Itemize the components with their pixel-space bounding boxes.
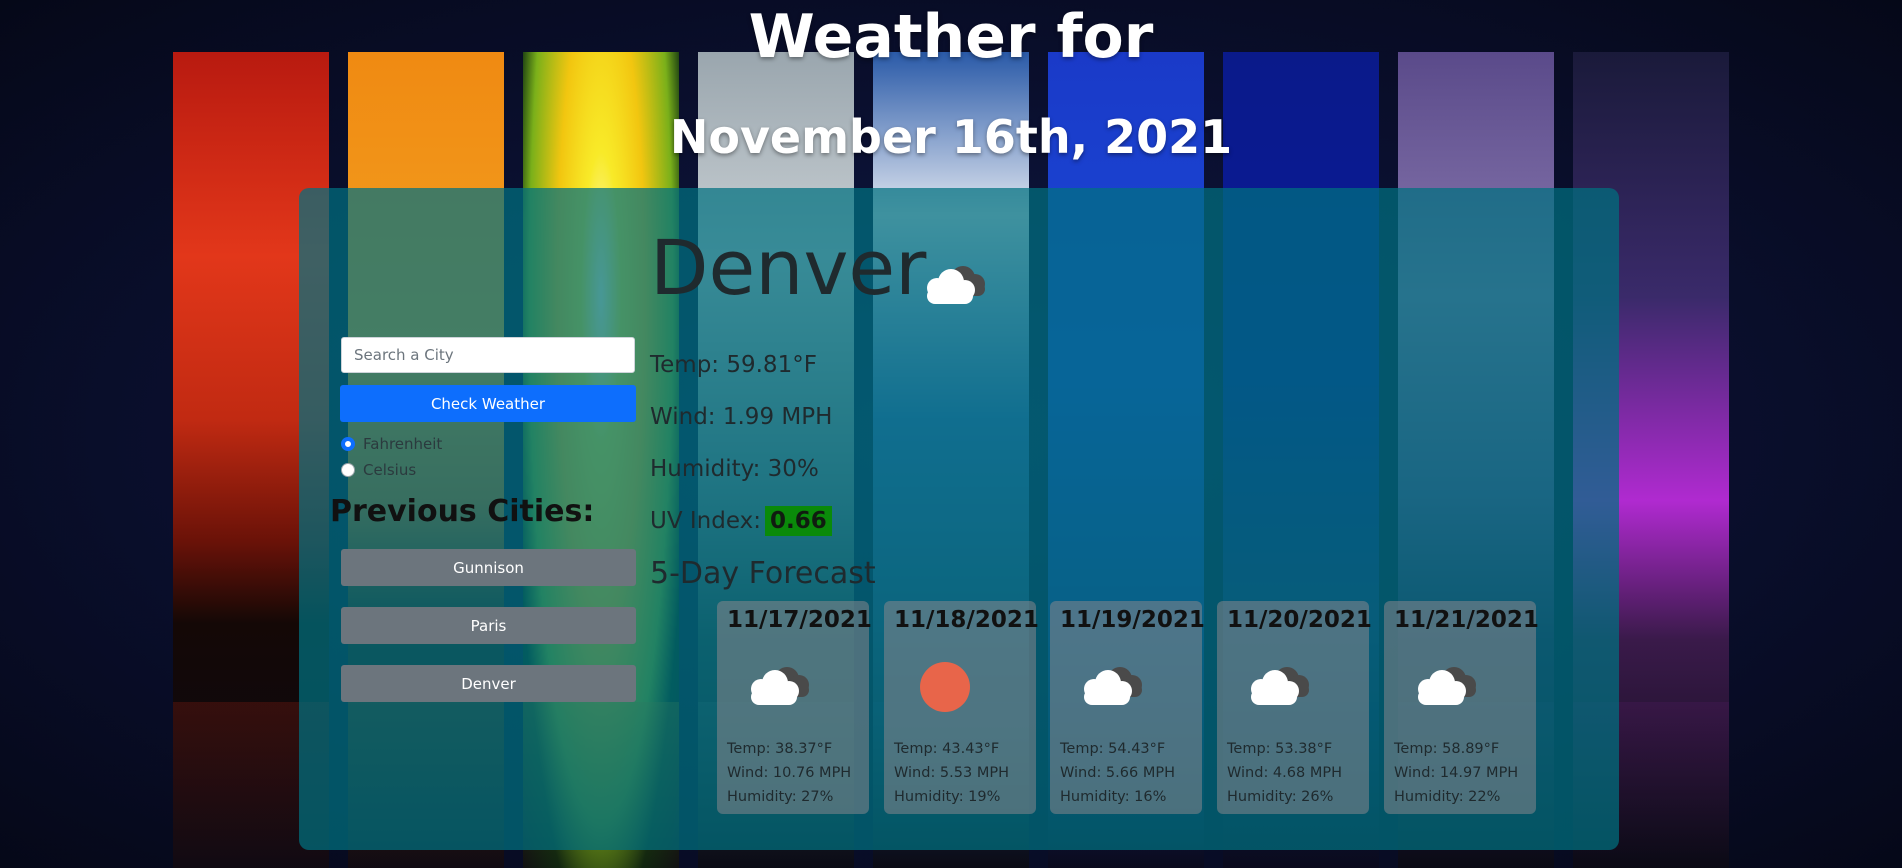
forecast-humidity: Humidity: 19% <box>894 789 1001 805</box>
cloud-icon <box>1074 663 1146 711</box>
forecast-card: 11/20/2021 Temp: 53.38°F Wind: 4.68 MPH … <box>1217 601 1372 814</box>
forecast-humidity: Humidity: 27% <box>727 789 834 805</box>
radio-fahrenheit-label: Fahrenheit <box>363 435 443 453</box>
radio-celsius-label: Celsius <box>363 461 417 479</box>
check-weather-button[interactable]: Check Weather <box>340 385 636 422</box>
forecast-humidity: Humidity: 22% <box>1394 789 1501 805</box>
cloud-icon <box>917 262 989 310</box>
forecast-humidity: Humidity: 16% <box>1060 789 1167 805</box>
search-input[interactable] <box>341 337 635 373</box>
forecast-card: 11/17/2021 Temp: 38.37°F Wind: 10.76 MPH… <box>717 601 872 814</box>
forecast-temp: Temp: 38.37°F <box>727 741 833 757</box>
current-uv-index: UV Index: 0.66 <box>650 506 832 536</box>
forecast-title: 5-Day Forecast <box>650 556 876 591</box>
forecast-date: 11/21/2021 <box>1394 607 1539 633</box>
cloud-icon <box>1241 663 1313 711</box>
current-temp: Temp: 59.81°F <box>650 352 817 378</box>
forecast-date: 11/17/2021 <box>727 607 872 633</box>
radio-unchecked-icon[interactable] <box>341 463 355 477</box>
forecast-wind: Wind: 5.66 MPH <box>1060 765 1175 781</box>
sun-icon <box>919 661 971 717</box>
forecast-humidity: Humidity: 26% <box>1227 789 1334 805</box>
forecast-wind: Wind: 4.68 MPH <box>1227 765 1342 781</box>
current-wind: Wind: 1.99 MPH <box>650 404 833 430</box>
radio-fahrenheit[interactable]: Fahrenheit <box>341 434 442 454</box>
forecast-card: 11/19/2021 Temp: 54.43°F Wind: 5.66 MPH … <box>1050 601 1205 814</box>
cloud-icon <box>1408 663 1480 711</box>
forecast-wind: Wind: 14.97 MPH <box>1394 765 1519 781</box>
history-city-button[interactable]: Gunnison <box>341 549 636 586</box>
current-city-name: Denver <box>650 223 927 312</box>
forecast-wind: Wind: 10.76 MPH <box>727 765 852 781</box>
radio-checked-icon[interactable] <box>341 437 355 451</box>
radio-celsius[interactable]: Celsius <box>341 460 416 480</box>
forecast-temp: Temp: 58.89°F <box>1394 741 1500 757</box>
forecast-temp: Temp: 43.43°F <box>894 741 1000 757</box>
page-title: Weather for <box>748 2 1154 72</box>
forecast-date: 11/19/2021 <box>1060 607 1205 633</box>
uv-index-label: UV Index: <box>650 508 761 534</box>
forecast-card: 11/18/2021 Temp: 43.43°F Wind: 5.53 MPH … <box>884 601 1039 814</box>
previous-cities-title: Previous Cities: <box>330 494 595 529</box>
forecast-temp: Temp: 54.43°F <box>1060 741 1166 757</box>
forecast-temp: Temp: 53.38°F <box>1227 741 1333 757</box>
history-city-button[interactable]: Denver <box>341 665 636 702</box>
page-date: November 16th, 2021 <box>669 110 1233 164</box>
cloud-icon <box>741 663 813 711</box>
forecast-date: 11/20/2021 <box>1227 607 1372 633</box>
forecast-card: 11/21/2021 Temp: 58.89°F Wind: 14.97 MPH… <box>1384 601 1539 814</box>
forecast-date: 11/18/2021 <box>894 607 1039 633</box>
forecast-wind: Wind: 5.53 MPH <box>894 765 1009 781</box>
current-humidity: Humidity: 30% <box>650 456 819 482</box>
uv-index-badge: 0.66 <box>764 506 832 536</box>
history-city-button[interactable]: Paris <box>341 607 636 644</box>
